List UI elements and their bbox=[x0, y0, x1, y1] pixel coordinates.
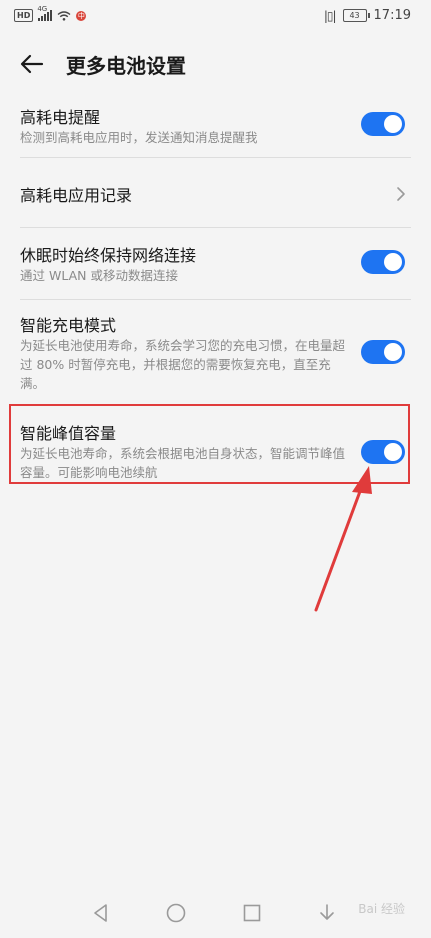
toggle-knob bbox=[384, 343, 402, 361]
toggle-knob bbox=[384, 253, 402, 271]
setting-smart-peak-capacity[interactable]: 智能峰值容量 为延长电池寿命，系统会根据电池自身状态，智能调节峰值容量。可能影响… bbox=[0, 406, 431, 486]
smart-peak-capacity-toggle[interactable] bbox=[361, 440, 405, 464]
back-arrow-icon[interactable] bbox=[16, 48, 48, 80]
setting-high-power-alert[interactable]: 高耗电提醒 检测到高耗电应用时，发送通知消息提醒我 bbox=[0, 96, 431, 158]
nav-back-icon[interactable] bbox=[90, 902, 112, 924]
settings-list: 高耗电提醒 检测到高耗电应用时，发送通知消息提醒我 高耗电应用记录 休眠时始终保… bbox=[0, 96, 431, 486]
app-notification-icon: 中 bbox=[76, 10, 87, 21]
status-bar: HD 4G 中 |▯| 43 17:19 bbox=[0, 0, 431, 34]
setting-label: 智能峰值容量 bbox=[20, 424, 117, 443]
nav-recents-icon[interactable] bbox=[241, 902, 263, 924]
setting-high-power-app-record[interactable]: 高耗电应用记录 bbox=[0, 158, 431, 228]
setting-label: 高耗电应用记录 bbox=[20, 186, 133, 205]
setting-description: 通过 WLAN 或移动数据连接 bbox=[20, 268, 178, 283]
setting-description: 为延长电池寿命，系统会根据电池自身状态，智能调节峰值容量。可能影响电池续航 bbox=[20, 446, 346, 480]
setting-description: 为延长电池使用寿命，系统会学习您的充电习惯，在电量超过 80% 时暂停充电，并根… bbox=[20, 338, 346, 391]
setting-keep-network-sleep[interactable]: 休眠时始终保持网络连接 通过 WLAN 或移动数据连接 bbox=[0, 228, 431, 300]
smart-charging-toggle[interactable] bbox=[361, 340, 405, 364]
setting-label: 休眠时始终保持网络连接 bbox=[20, 246, 197, 265]
cell-signal-icon: 4G bbox=[37, 5, 53, 21]
setting-label: 高耗电提醒 bbox=[20, 108, 101, 127]
toggle-knob bbox=[384, 443, 402, 461]
setting-label: 智能充电模式 bbox=[20, 316, 117, 335]
status-right: |▯| 43 17:19 bbox=[324, 8, 411, 23]
status-left: HD 4G 中 bbox=[14, 5, 87, 22]
keep-network-toggle[interactable] bbox=[361, 250, 405, 274]
battery-icon: 43 bbox=[342, 9, 370, 22]
clock: 17:19 bbox=[373, 8, 411, 23]
vibrate-icon: |▯| bbox=[323, 8, 337, 23]
nav-bar: Bai 经验 bbox=[0, 888, 431, 938]
nav-home-icon[interactable] bbox=[165, 902, 187, 924]
watermark: Bai 经验 bbox=[358, 902, 405, 916]
toggle-knob bbox=[384, 115, 402, 133]
title-bar: 更多电池设置 bbox=[0, 40, 431, 88]
setting-smart-charging[interactable]: 智能充电模式 为延长电池使用寿命，系统会学习您的充电习惯，在电量超过 80% 时… bbox=[0, 300, 431, 406]
signal-label: 4G bbox=[37, 5, 48, 13]
page-title: 更多电池设置 bbox=[66, 54, 186, 78]
chevron-right-icon[interactable] bbox=[393, 186, 409, 202]
high-power-alert-toggle[interactable] bbox=[361, 112, 405, 136]
nav-notifications-icon[interactable] bbox=[316, 902, 338, 924]
setting-description: 检测到高耗电应用时，发送通知消息提醒我 bbox=[20, 130, 258, 145]
wifi-icon bbox=[57, 10, 71, 21]
hd-icon: HD bbox=[14, 9, 34, 22]
